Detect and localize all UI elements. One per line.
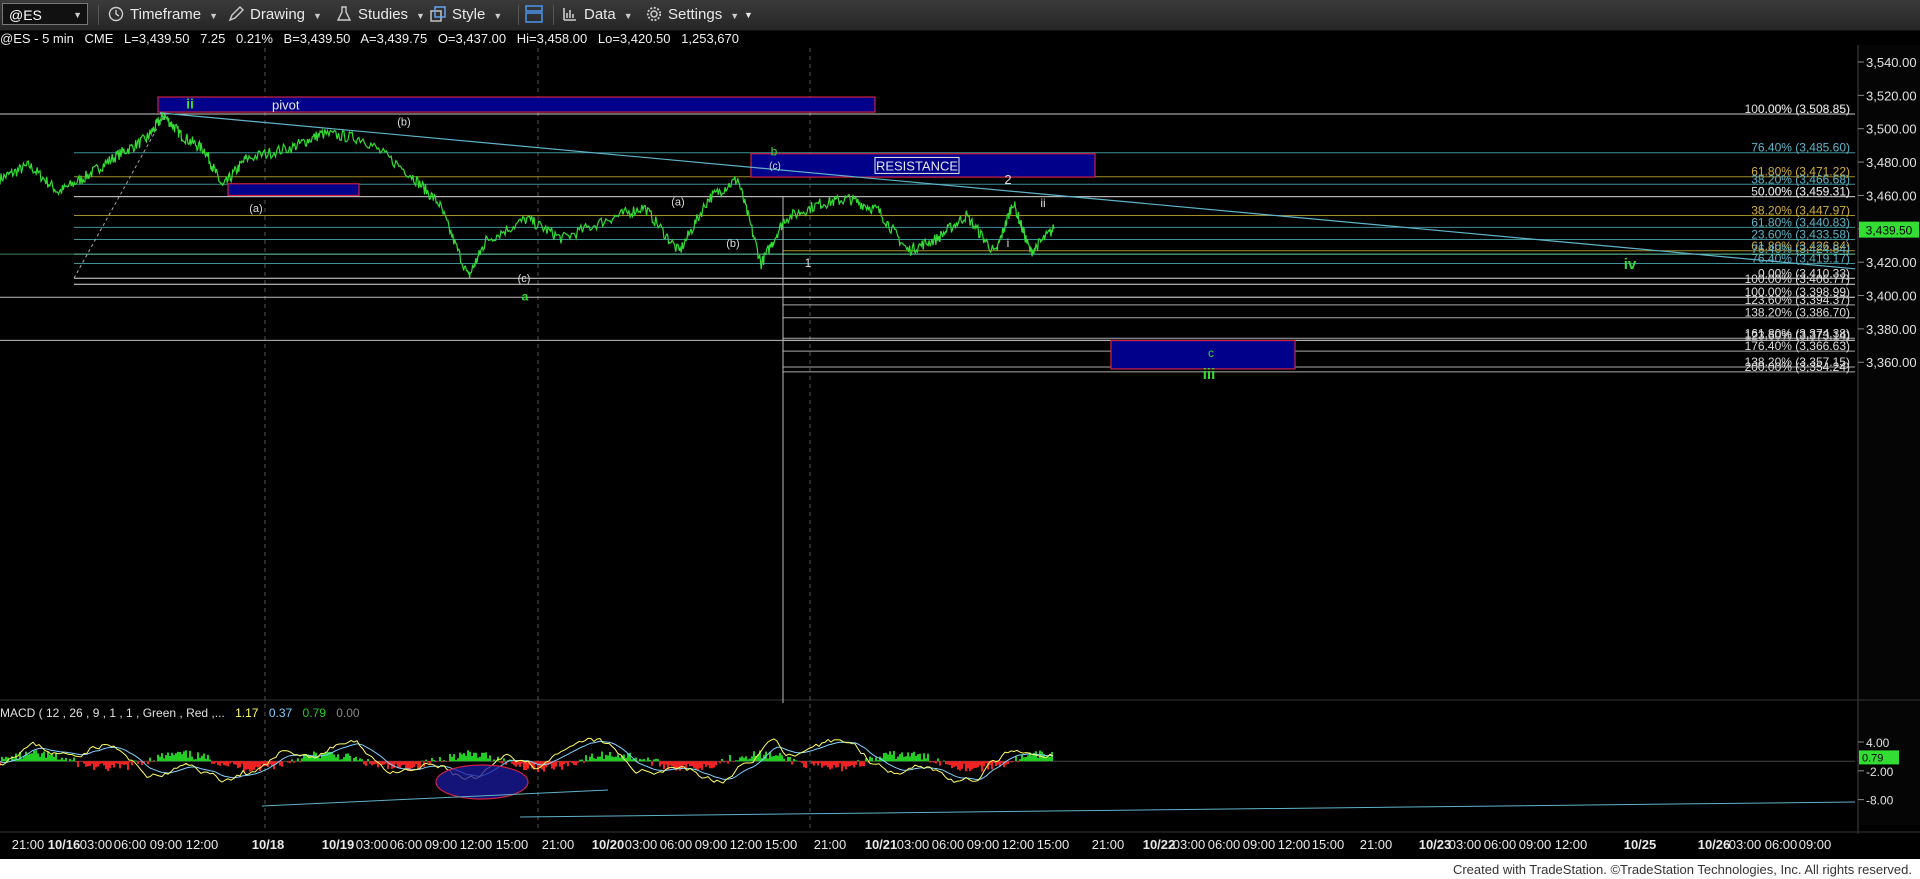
wave-label: (c) [769, 161, 781, 172]
macd-current-label: 0.79 [1862, 752, 1883, 764]
wave-label: c [1208, 346, 1214, 360]
wave-label: iii [1203, 366, 1216, 383]
wave-label: 1 [805, 256, 812, 270]
x-tick-label: 06:00 [660, 837, 693, 852]
x-tick-label: 12:00 [460, 837, 493, 852]
y-tick-label: 3,420.00 [1866, 255, 1917, 270]
fib-label: 138.20% (3,386.70) [1745, 306, 1850, 320]
y-tick-label: 3,400.00 [1866, 289, 1917, 304]
x-tick-label: 09:00 [1799, 837, 1832, 852]
wave-label: (a) [249, 203, 262, 215]
fib-label: 176.40% (3,366.63) [1745, 339, 1850, 353]
macd-zero-value: 0.00 [336, 706, 360, 720]
macd-tick-label: 4.00 [1866, 736, 1890, 750]
y-tick-label: 3,460.00 [1866, 188, 1917, 203]
x-tick-label: 03:00 [1173, 837, 1206, 852]
x-tick-label: 06:00 [390, 837, 423, 852]
x-tick-label: 10/25 [1624, 837, 1657, 852]
x-tick-label: 15:00 [1037, 837, 1070, 852]
wave-label: 2 [1004, 172, 1011, 187]
x-tick-label: 06:00 [114, 837, 147, 852]
x-tick-label: 09:00 [1519, 837, 1552, 852]
x-tick-label: 10/23 [1419, 837, 1452, 852]
x-tick-label: 09:00 [1243, 837, 1276, 852]
macd-signal-value: 0.37 [268, 706, 293, 720]
x-tick-label: 06:00 [1208, 837, 1241, 852]
wave-label: (c) [518, 273, 531, 285]
x-tick-label: 06:00 [932, 837, 965, 852]
x-tick-label: 03:00 [897, 837, 930, 852]
zone-label: RESISTANCE [876, 158, 958, 173]
zone-box [1110, 339, 1296, 370]
macd-tick-label: -8.00 [1866, 794, 1894, 808]
x-tick-label: 15:00 [1312, 837, 1345, 852]
x-tick-label: 21:00 [1092, 837, 1125, 852]
price-chart[interactable]: 3,540.00 3,520.00 3,500.00 3,480.00 3,460.00… [0, 0, 1920, 859]
wave-label: ii [1040, 196, 1045, 210]
wave-label: (a) [671, 196, 684, 208]
y-tick-label: 3,360.00 [1866, 355, 1917, 370]
fib-label: 200.00% (3,354.24) [1745, 360, 1850, 374]
current-price-label: 3,439.50 [1866, 224, 1913, 238]
zone-label: pivot [272, 98, 300, 113]
y-tick-label: 3,500.00 [1866, 122, 1917, 137]
x-tick-label: 03:00 [1449, 837, 1482, 852]
x-tick-label: 12:00 [730, 837, 763, 852]
wave-label: i [1007, 236, 1010, 250]
x-tick-label: 10/22 [1143, 837, 1176, 852]
x-tick-label: 10/16 [48, 837, 81, 852]
y-tick-label: 3,380.00 [1866, 322, 1917, 337]
x-tick-label: 15:00 [765, 837, 798, 852]
copyright-text: Created with TradeStation. ©TradeStation… [1452, 862, 1912, 877]
x-tick-label: 12:00 [1278, 837, 1311, 852]
fib-label: 100.00% (3,406.77) [1745, 272, 1850, 286]
y-tick-label: 3,540.00 [1866, 55, 1917, 70]
wave-label: ii [186, 96, 194, 112]
macd-tick-label: -2.00 [1866, 765, 1894, 779]
x-tick-label: 10/18 [252, 837, 285, 852]
macd-trendline [261, 789, 609, 807]
x-tick-label: 09:00 [967, 837, 1000, 852]
fib-label: 0.00% (3,459.31) [1758, 185, 1850, 199]
wave-label: iv [1624, 256, 1637, 273]
fib-label: 76.40% (3,485.60) [1751, 141, 1850, 155]
x-tick-label: 21:00 [814, 837, 847, 852]
wave-label: (b) [726, 238, 739, 250]
y-tick-label: 3,520.00 [1866, 88, 1917, 103]
x-tick-label: 10/21 [865, 837, 898, 852]
x-tick-label: 03:00 [80, 837, 113, 852]
macd-header: MACD ( 12 , 26 , 9 , 1 , 1 , Green , Red… [0, 706, 367, 720]
x-tick-label: 10/20 [592, 837, 625, 852]
x-tick-label: 21:00 [1360, 837, 1393, 852]
price-series-line [0, 112, 1055, 279]
macd-histogram-up [1, 750, 1053, 762]
footer: Created with TradeStation. ©TradeStation… [0, 859, 1920, 879]
macd-trendline [519, 801, 1856, 818]
macd-value: 1.17 [235, 706, 259, 720]
macd-label: MACD ( 12 , 26 , 9 , 1 , 1 , Green , Red… [0, 706, 225, 720]
x-tick-label: 03:00 [625, 837, 658, 852]
x-tick-label: 06:00 [1765, 837, 1798, 852]
zone-box [157, 96, 876, 113]
x-tick-label: 12:00 [1555, 837, 1588, 852]
wave-label: b [771, 144, 778, 158]
x-tick-label: 10/26 [1698, 837, 1731, 852]
macd-hist-value: 0.79 [302, 706, 326, 720]
x-tick-label: 21:00 [12, 837, 45, 852]
wave-label: (b) [397, 116, 410, 128]
x-tick-label: 06:00 [1484, 837, 1517, 852]
zone-box [227, 183, 360, 197]
x-tick-label: 09:00 [150, 837, 183, 852]
y-tick-label: 3,480.00 [1866, 155, 1917, 170]
wave-label: a [522, 290, 529, 304]
x-tick-label: 03:00 [1729, 837, 1762, 852]
x-tick-label: 09:00 [425, 837, 458, 852]
x-tick-label: 12:00 [1002, 837, 1035, 852]
x-tick-label: 09:00 [695, 837, 728, 852]
x-tick-label: 03:00 [356, 837, 389, 852]
x-tick-label: 21:00 [542, 837, 575, 852]
x-tick-label: 12:00 [186, 837, 219, 852]
x-tick-label: 10/19 [322, 837, 355, 852]
x-tick-label: 15:00 [496, 837, 529, 852]
